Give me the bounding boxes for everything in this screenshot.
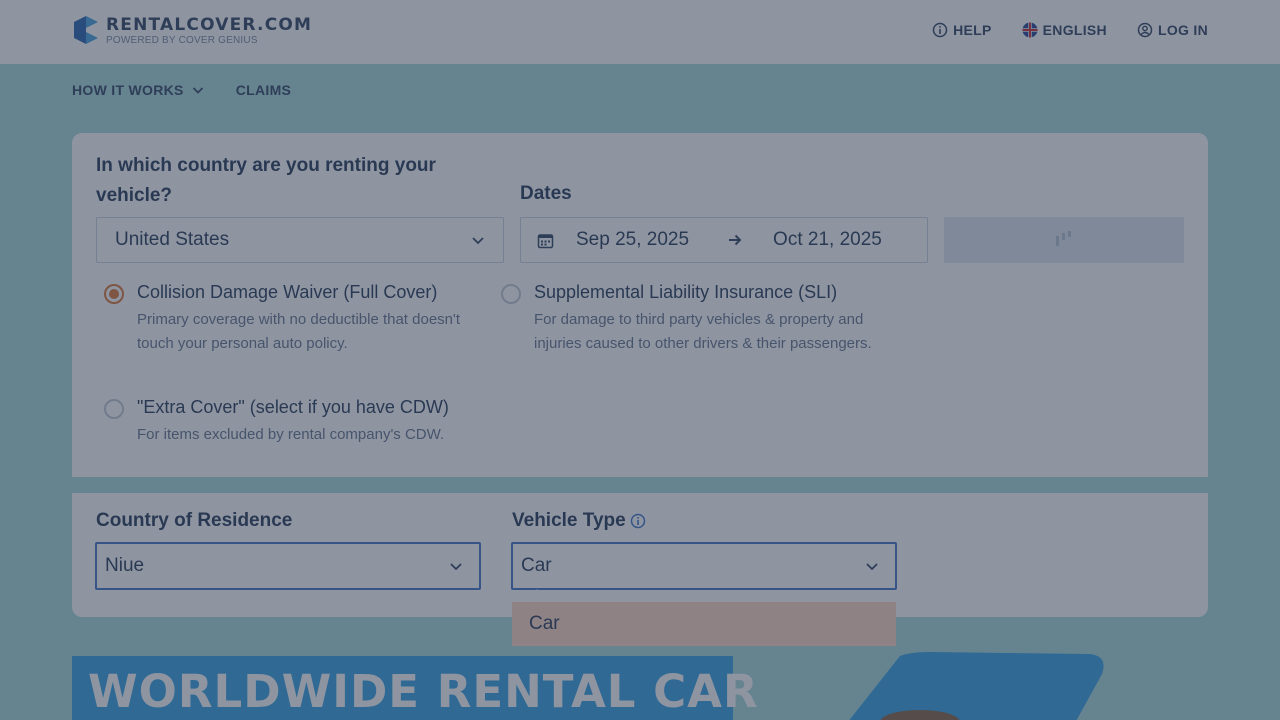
coverage-option-cdw[interactable]: Collision Damage Waiver (Full Cover) Pri… — [104, 282, 464, 354]
rental-country-select[interactable]: United States — [96, 217, 504, 263]
coverage-title-extra: "Extra Cover" (select if you have CDW) — [137, 397, 449, 417]
calendar-icon — [537, 233, 554, 248]
login-link[interactable]: LOG IN — [1137, 22, 1208, 38]
language-label: ENGLISH — [1042, 22, 1107, 38]
vehicle-option-label: Car — [529, 613, 560, 634]
help-label: HELP — [953, 22, 992, 38]
help-link[interactable]: HELP — [932, 22, 992, 38]
coverage-desc-extra: For items excluded by rental company's C… — [137, 426, 445, 443]
info-icon — [932, 22, 948, 38]
login-label: LOG IN — [1157, 22, 1208, 38]
how-it-works-label: HOW IT WORKS — [72, 82, 184, 98]
radio-extra-cover[interactable] — [104, 399, 124, 419]
hero-headline: WORLDWIDE RENTAL CAR — [88, 665, 759, 718]
coverage-title-cdw: Collision Damage Waiver (Full Cover) — [137, 282, 438, 302]
date-range-picker[interactable]: Sep 25, 2025 Oct 21, 2025 — [520, 217, 928, 263]
dates-label: Dates — [520, 183, 572, 204]
uk-flag-icon — [1022, 22, 1038, 38]
end-date[interactable]: Oct 21, 2025 — [773, 229, 882, 251]
rental-country-question: In which country are you renting your ve… — [96, 155, 436, 206]
claims-link[interactable]: CLAIMS — [236, 82, 291, 98]
vehicle-type-select[interactable]: Car — [511, 542, 897, 590]
start-date[interactable]: Sep 25, 2025 — [576, 229, 689, 251]
vehicle-type-label-row: Vehicle Type — [512, 510, 646, 532]
brand-name: RENTALCOVER.COM — [106, 15, 313, 35]
claims-label: CLAIMS — [235, 82, 292, 98]
radio-sli[interactable] — [501, 284, 521, 304]
top-header: RENTALCOVER.COM POWERED BY COVER GENIUS … — [0, 0, 1280, 64]
driver-details-card: Country of Residence Vehicle Type Niue C… — [72, 493, 1208, 617]
vehicle-option-car[interactable]: Car — [512, 602, 896, 646]
brand-tagline: POWERED BY COVER GENIUS — [106, 35, 258, 46]
coverage-desc-sli: For damage to third party vehicles & pro… — [534, 311, 872, 352]
chevron-down-icon — [866, 563, 878, 571]
radio-cdw[interactable] — [104, 284, 124, 304]
vehicle-type-value: Car — [521, 555, 552, 576]
get-quote-button[interactable] — [944, 217, 1184, 263]
arrow-right-icon — [729, 234, 742, 246]
coverage-title-sli: Supplemental Liability Insurance (SLI) — [534, 282, 838, 302]
loading-spinner-icon — [1056, 231, 1071, 246]
rentalcover-logo[interactable]: RENTALCOVER.COM POWERED BY COVER GENIUS — [72, 14, 312, 48]
dropdown-pointer — [528, 589, 546, 602]
hero-image-shape — [849, 652, 1104, 720]
how-it-works-menu[interactable]: HOW IT WORKS — [72, 82, 204, 98]
user-icon — [1137, 22, 1153, 38]
residence-label: Country of Residence — [96, 510, 293, 531]
sub-navigation: HOW IT WORKS CLAIMS — [72, 82, 291, 98]
residence-select[interactable]: Niue — [95, 542, 481, 590]
logo-mark-icon — [74, 16, 98, 44]
info-icon[interactable] — [630, 513, 646, 529]
coverage-option-extra[interactable]: "Extra Cover" (select if you have CDW) F… — [104, 397, 504, 449]
residence-value: Niue — [105, 555, 145, 576]
vehicle-type-label: Vehicle Type — [512, 510, 626, 531]
coverage-option-sli[interactable]: Supplemental Liability Insurance (SLI) F… — [501, 282, 891, 374]
chevron-down-icon — [450, 563, 462, 571]
rental-country-value: United States — [115, 229, 230, 250]
coverage-desc-cdw: Primary coverage with no deductible that… — [137, 311, 461, 352]
quote-form-card: In which country are you renting your ve… — [72, 133, 1208, 477]
chevron-down-icon — [472, 237, 484, 245]
language-selector[interactable]: ENGLISH — [1022, 22, 1107, 38]
chevron-down-icon — [192, 87, 203, 94]
